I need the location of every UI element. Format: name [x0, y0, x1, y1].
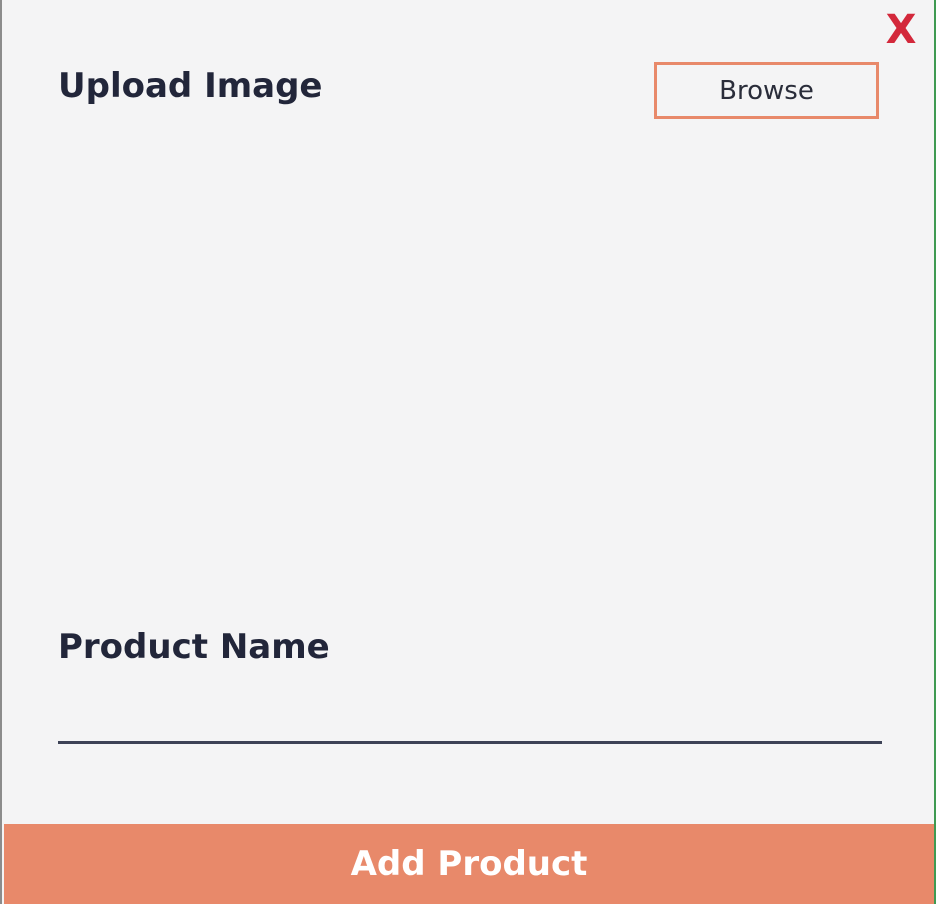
product-name-input[interactable] [58, 690, 882, 744]
add-product-dialog: X Upload Image Browse Product Name Add P… [0, 0, 936, 904]
close-button[interactable]: X [882, 10, 920, 50]
product-name-label: Product Name [58, 627, 330, 667]
upload-image-heading: Upload Image [58, 66, 323, 106]
image-preview-area [58, 140, 880, 600]
add-product-button[interactable]: Add Product [4, 824, 934, 904]
browse-button[interactable]: Browse [654, 62, 879, 119]
